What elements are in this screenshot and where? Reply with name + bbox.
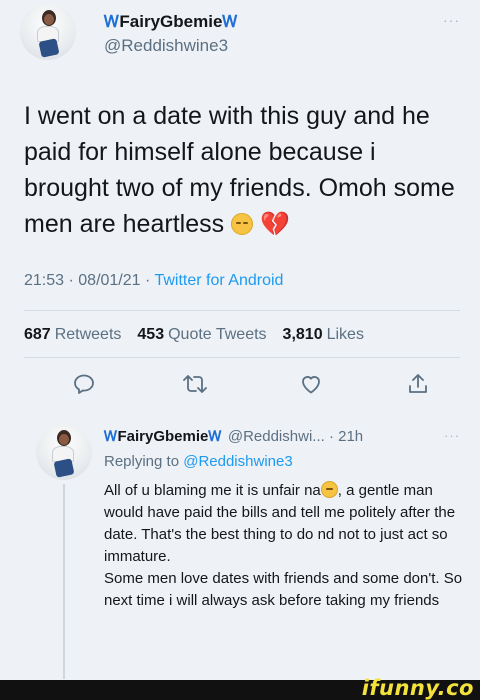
likes-label: Likes: [326, 326, 364, 343]
tweet-time[interactable]: 21:53: [24, 272, 64, 289]
share-icon: [409, 374, 427, 393]
reply-icon: [74, 374, 94, 394]
reply-button[interactable]: [66, 368, 102, 400]
likes-stat[interactable]: 3,810 Likes: [283, 326, 364, 344]
likes-count: 3,810: [282, 326, 323, 343]
display-name[interactable]: FairyGbemie: [117, 428, 208, 445]
w-badge-icon: Ꮃ: [222, 12, 238, 31]
w-badge-icon: Ꮃ: [104, 428, 118, 445]
avatar[interactable]: [20, 4, 76, 60]
retweets-count: 687: [24, 326, 51, 343]
meta-separator: ·: [140, 272, 155, 289]
reply-text-part: , a gentle man would have paid the bills…: [104, 482, 463, 609]
pensive-face-icon: [320, 481, 338, 498]
quote-tweets-label: Quote Tweets: [168, 326, 267, 343]
display-name: FairyGbemie: [119, 12, 223, 31]
divider: [24, 357, 460, 358]
retweet-icon: [183, 375, 207, 393]
reply-header: Ꮃ FairyGbemie Ꮃ @Reddishwi... · 21h: [104, 428, 363, 445]
author-handle[interactable]: @Reddishwine3: [104, 36, 228, 56]
replying-to-label: Replying to: [104, 453, 184, 470]
reply-text: All of u blaming me it is unfair na, a g…: [104, 480, 464, 612]
replying-to: Replying to @Reddishwine3: [104, 453, 293, 470]
tweet-meta: 21:53 · 08/01/21 · Twitter for Android: [24, 272, 283, 290]
broken-heart-icon: 💔: [260, 211, 290, 238]
author-name-row[interactable]: Ꮃ FairyGbemie Ꮃ: [104, 12, 238, 32]
tweet-date[interactable]: 08/01/21: [78, 272, 140, 289]
reply-handle-time[interactable]: @Reddishwi... · 21h: [228, 428, 363, 445]
reply-text-part: All of u blaming me it is unfair na: [104, 482, 321, 499]
meta-separator: ·: [64, 272, 79, 289]
quote-tweets-stat[interactable]: 453 Quote Tweets: [137, 326, 266, 344]
engagement-stats: 687 Retweets 453 Quote Tweets 3,810 Likes: [24, 326, 374, 344]
heart-icon: [302, 376, 320, 394]
retweets-stat[interactable]: 687 Retweets: [24, 326, 121, 344]
avatar[interactable]: [36, 424, 92, 480]
pensive-face-icon: [231, 213, 254, 235]
w-badge-icon: Ꮃ: [104, 12, 120, 31]
share-button[interactable]: [400, 368, 436, 400]
divider: [24, 310, 460, 311]
like-button[interactable]: [293, 368, 329, 400]
tweet-source-link[interactable]: Twitter for Android: [154, 272, 283, 289]
more-options-icon[interactable]: ···: [444, 428, 460, 443]
retweet-button[interactable]: [177, 368, 213, 400]
ifunny-watermark: ifunny.co: [361, 676, 474, 700]
retweets-label: Retweets: [54, 326, 122, 343]
replying-to-handle[interactable]: @Reddishwine3: [183, 453, 292, 470]
thread-line: [63, 484, 65, 679]
quote-tweets-count: 453: [137, 326, 165, 343]
tweet-text: I went on a date with this guy and he pa…: [24, 98, 464, 242]
tweet-screenshot: Ꮃ FairyGbemie Ꮃ @Reddishwine3 ··· I went…: [0, 0, 480, 700]
more-options-icon[interactable]: ···: [443, 12, 460, 28]
w-badge-icon: Ꮃ: [208, 428, 222, 445]
